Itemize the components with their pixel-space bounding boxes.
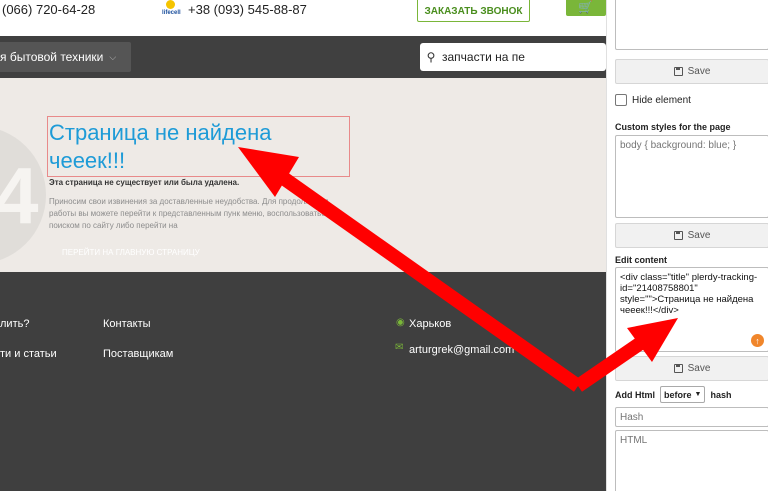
- decor-circle: 4: [0, 126, 46, 264]
- callback-button[interactable]: ЗАКАЗАТЬ ЗВОНОК: [417, 0, 530, 22]
- add-html-row: Add Html before ▼ hash: [615, 386, 731, 403]
- catalog-label: я бытовой техники: [0, 50, 104, 64]
- page-description: Приносим свои извинения за доставленные …: [49, 197, 330, 230]
- custom-styles-label: Custom styles for the page: [615, 122, 731, 132]
- phone-number-1[interactable]: (066) 720-64-28: [2, 2, 95, 17]
- nav-bar: я бытовой техники ⌵ ⚲: [0, 36, 606, 78]
- footer-link-suppliers[interactable]: Поставщикам: [103, 348, 173, 360]
- chevron-down-icon: ▼: [694, 391, 702, 398]
- custom-styles-textarea[interactable]: [615, 135, 768, 218]
- home-page-link[interactable]: ПЕРЕЙТИ НА ГЛАВНУЮ СТРАНИЦУ: [62, 248, 200, 257]
- footer: лить? ти и статьи Контакты Поставщикам ◉…: [0, 272, 606, 491]
- footer-link-contacts[interactable]: Контакты: [103, 318, 151, 330]
- arrow-up-icon[interactable]: ↑: [751, 334, 764, 347]
- previous-textarea[interactable]: [615, 0, 768, 50]
- hash-input[interactable]: [615, 407, 768, 427]
- hash-label: hash: [710, 389, 732, 400]
- location-pin-icon: ◉: [396, 317, 405, 328]
- lifecell-logo-icon: lifecell: [162, 0, 181, 20]
- search-input[interactable]: [442, 50, 592, 64]
- floppy-disk-icon: [673, 231, 683, 240]
- hide-element-row[interactable]: Hide element: [615, 94, 691, 106]
- search-icon[interactable]: ⚲: [420, 50, 442, 64]
- save-styles-button[interactable]: Save: [615, 223, 768, 248]
- top-bar: (066) 720-64-28 lifecell +38 (093) 545-8…: [0, 0, 606, 36]
- page-title[interactable]: Страница не найдена чееек!!!: [49, 119, 349, 175]
- catalog-button[interactable]: я бытовой техники ⌵: [0, 42, 131, 72]
- chevron-down-icon: ⌵: [109, 51, 117, 62]
- footer-email[interactable]: arturgrek@gmail.com: [409, 344, 514, 356]
- footer-link[interactable]: лить?: [0, 318, 29, 330]
- floppy-disk-icon: [673, 67, 683, 76]
- editor-panel: Save Hide element Custom styles for the …: [606, 0, 768, 491]
- search-box: ⚲: [420, 43, 606, 71]
- save-button-label: Save: [687, 363, 711, 374]
- position-select[interactable]: before ▼: [660, 386, 706, 403]
- footer-link[interactable]: ти и статьи: [0, 348, 57, 360]
- floppy-disk-icon: [673, 364, 683, 373]
- cart-button[interactable]: 🛒: [566, 0, 606, 16]
- page-subtitle: Эта страница не существует или была удал…: [49, 178, 240, 187]
- phone-number-2[interactable]: +38 (093) 545-88-87: [188, 2, 307, 17]
- footer-city: Харьков: [409, 318, 452, 330]
- website: (066) 720-64-28 lifecell +38 (093) 545-8…: [0, 0, 606, 491]
- save-button-label: Save: [687, 230, 711, 241]
- save-button-label: Save: [687, 66, 711, 77]
- html-textarea[interactable]: [615, 430, 768, 491]
- edit-content-label: Edit content: [615, 255, 667, 265]
- not-found-section: 4 Страница не найдена чееек!!! Эта стран…: [0, 78, 606, 272]
- hide-element-label: Hide element: [632, 94, 691, 106]
- edit-content-textarea[interactable]: <div class="title" plerdy-tracking-id="2…: [615, 267, 768, 352]
- email-icon: ✉: [395, 342, 404, 353]
- add-html-label: Add Html: [615, 389, 655, 400]
- hide-element-checkbox[interactable]: [615, 94, 627, 106]
- cart-icon: 🛒: [578, 0, 593, 14]
- save-content-button[interactable]: Save: [615, 356, 768, 381]
- save-button[interactable]: Save: [615, 59, 768, 84]
